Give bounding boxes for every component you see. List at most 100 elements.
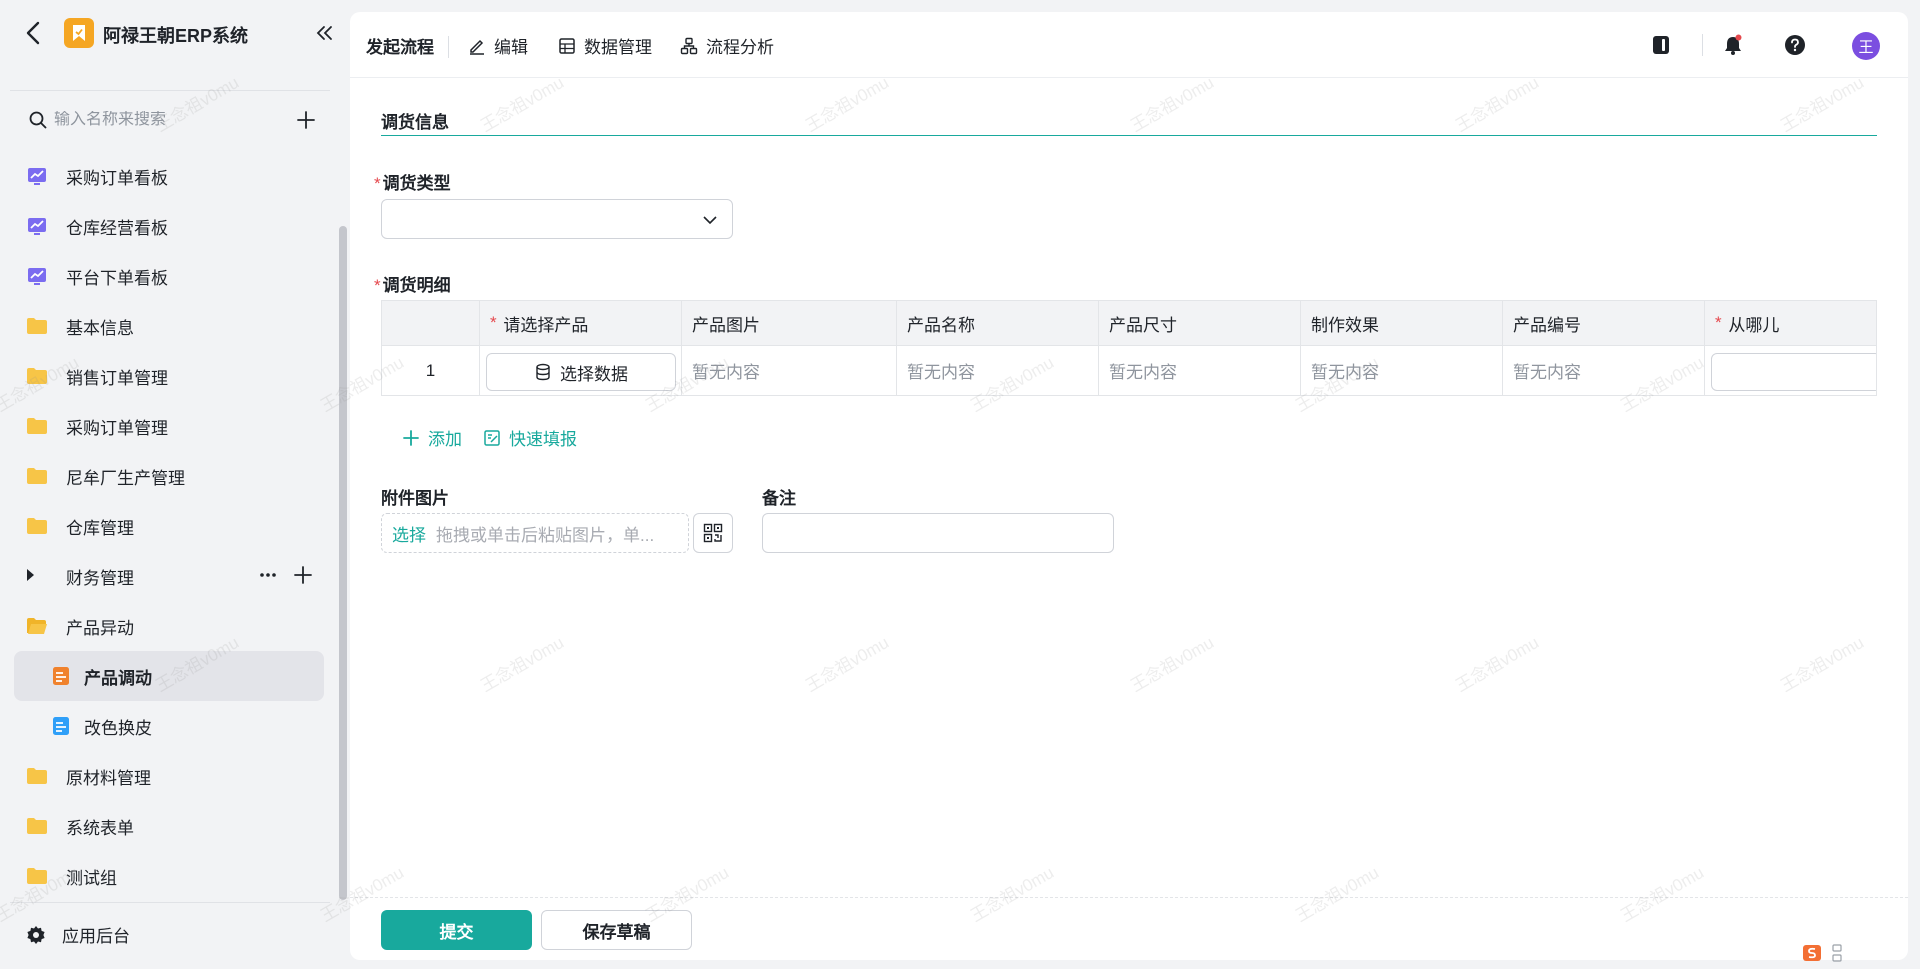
table-header-effect: 制作效果 xyxy=(1301,301,1503,345)
submit-button[interactable]: 提交 xyxy=(381,910,532,950)
app-title: 阿禄王朝ERP系统 xyxy=(103,26,249,46)
row-index: 1 xyxy=(382,346,480,395)
sidebar-item-label: 产品异动 xyxy=(66,618,134,638)
add-item-icon[interactable] xyxy=(294,108,318,132)
qrcode-upload-button[interactable] xyxy=(693,513,733,553)
sidebar-item-basic-info[interactable]: 基本信息 xyxy=(14,301,324,351)
caret-right-icon[interactable] xyxy=(27,569,34,581)
sidebar-item-product-transfer[interactable]: 产品调动 xyxy=(14,651,324,701)
folder-open-icon xyxy=(26,615,48,637)
more-icon[interactable] xyxy=(258,565,278,585)
transfer-detail-label-text: 调货明细 xyxy=(382,276,451,295)
sidebar-item-platform-board[interactable]: 平台下单看板 xyxy=(14,251,324,301)
cell-image: 暂无内容 xyxy=(682,346,897,395)
add-icon[interactable] xyxy=(292,564,314,586)
qrcode-icon xyxy=(703,523,723,543)
quick-fill-label: 快速填报 xyxy=(509,430,577,449)
dashboard-chart-icon xyxy=(26,165,48,187)
sidebar-item-label: 仓库管理 xyxy=(66,518,134,538)
folder-icon xyxy=(26,765,48,787)
collapse-sidebar-icon[interactable] xyxy=(314,22,336,44)
help-icon[interactable] xyxy=(1782,32,1808,58)
table-header-from: * 从哪儿 xyxy=(1705,301,1876,345)
sidebar-item-purchase-orders[interactable]: 采购订单管理 xyxy=(14,401,324,451)
attachment-hint: 拖拽或单击后粘贴图片，单... xyxy=(436,525,655,545)
main-panel: 发起流程 编辑 数据管理 流程分析 王 调货信息 * 调货类型 * 调货明细 *… xyxy=(350,12,1908,960)
sidebar-item-warehouse-board[interactable]: 仓库经营看板 xyxy=(14,201,324,251)
sidebar-scrollbar-thumb[interactable] xyxy=(339,226,347,900)
required-mark: * xyxy=(1715,313,1722,332)
from-where-select[interactable] xyxy=(1711,353,1876,391)
sidebar: 阿禄王朝ERP系统 采购订单看板 仓库经营看板 平台下单看板 基本信息 xyxy=(0,0,347,969)
quick-fill-button[interactable]: 快速填报 xyxy=(483,425,577,450)
save-draft-button[interactable]: 保存草稿 xyxy=(541,910,692,950)
footer-divider xyxy=(350,897,1908,898)
notebook-icon[interactable] xyxy=(1648,32,1674,58)
sidebar-item-system-forms[interactable]: 系统表单 xyxy=(14,801,324,851)
tab-data-manage-label: 数据管理 xyxy=(584,38,652,57)
database-icon xyxy=(536,363,550,381)
transfer-type-select[interactable] xyxy=(381,199,733,239)
transfer-type-label: * 调货类型 xyxy=(374,169,451,194)
table-header-size: 产品尺寸 xyxy=(1099,301,1301,345)
sidebar-item-purchase-board[interactable]: 采购订单看板 xyxy=(14,151,324,201)
tab-flow-analysis-label: 流程分析 xyxy=(706,38,774,57)
required-mark: * xyxy=(374,174,381,193)
header-text: 从哪儿 xyxy=(1728,315,1780,335)
select-data-button[interactable]: 选择数据 xyxy=(486,353,676,391)
pencil-icon xyxy=(470,39,484,55)
tab-start-flow[interactable]: 发起流程 xyxy=(366,33,434,58)
attachment-pick-link[interactable]: 选择 xyxy=(392,521,426,546)
attachment-upload[interactable]: 选择 拖拽或单击后粘贴图片，单... xyxy=(381,513,689,553)
required-mark: * xyxy=(490,313,497,332)
transfer-detail-table: * 请选择产品 产品图片 产品名称 产品尺寸 制作效果 产品编号 * 从哪儿 1… xyxy=(381,300,1877,396)
folder-icon xyxy=(26,465,48,487)
sidebar-item-actions xyxy=(258,564,314,586)
table-header-product: * 请选择产品 xyxy=(480,301,682,345)
sidebar-item-label: 系统表单 xyxy=(66,818,134,838)
folder-icon xyxy=(26,365,48,387)
sidebar-item-label: 尼牟厂生产管理 xyxy=(66,468,185,488)
plus-icon xyxy=(403,429,419,446)
back-arrow-icon[interactable] xyxy=(22,20,46,46)
sidebar-item-product-change[interactable]: 产品异动 xyxy=(14,601,324,651)
sidebar-item-warehouse[interactable]: 仓库管理 xyxy=(14,501,324,551)
transfer-type-label-text: 调货类型 xyxy=(382,174,451,193)
bell-icon[interactable] xyxy=(1720,32,1746,58)
add-row-label: 添加 xyxy=(428,430,462,449)
avatar[interactable]: 王 xyxy=(1852,32,1880,60)
sidebar-item-label: 销售订单管理 xyxy=(66,368,168,388)
folder-icon xyxy=(26,865,48,887)
app-admin-link[interactable]: 应用后台 xyxy=(26,922,130,947)
cell-effect: 暂无内容 xyxy=(1301,346,1503,395)
table-header-code: 产品编号 xyxy=(1503,301,1705,345)
ime-badge[interactable] xyxy=(1802,944,1842,962)
sidebar-item-factory-production[interactable]: 尼牟厂生产管理 xyxy=(14,451,324,501)
sidebar-item-label: 改色换皮 xyxy=(84,718,152,738)
tab-flow-analysis[interactable]: 流程分析 xyxy=(680,33,774,58)
top-toolbar: 发起流程 编辑 数据管理 流程分析 王 xyxy=(350,12,1908,78)
section-title: 调货信息 xyxy=(381,113,449,132)
sidebar-item-label: 采购订单看板 xyxy=(66,168,168,188)
tab-edit[interactable]: 编辑 xyxy=(468,33,528,58)
remark-input[interactable] xyxy=(762,513,1114,553)
sidebar-search-input[interactable] xyxy=(54,111,274,129)
sidebar-item-raw-materials[interactable]: 原材料管理 xyxy=(14,751,324,801)
cell-code: 暂无内容 xyxy=(1503,346,1705,395)
app-admin-label: 应用后台 xyxy=(62,927,130,946)
folder-icon xyxy=(26,515,48,537)
sidebar-item-sales-orders[interactable]: 销售订单管理 xyxy=(14,351,324,401)
sidebar-item-recolor[interactable]: 改色换皮 xyxy=(14,701,324,751)
sidebar-item-finance[interactable]: 财务管理 xyxy=(14,551,324,601)
cell-from xyxy=(1705,346,1876,395)
folder-icon xyxy=(26,315,48,337)
attachment-label: 附件图片 xyxy=(381,489,449,508)
tab-data-manage[interactable]: 数据管理 xyxy=(558,33,652,58)
section-divider xyxy=(381,135,1877,136)
select-data-label: 选择数据 xyxy=(560,364,628,384)
chevron-down-icon xyxy=(703,216,717,225)
sidebar-item-label: 平台下单看板 xyxy=(66,268,168,288)
add-row-button[interactable]: 添加 xyxy=(402,425,462,450)
table-header-name: 产品名称 xyxy=(897,301,1099,345)
sidebar-item-test-group[interactable]: 测试组 xyxy=(14,851,324,901)
